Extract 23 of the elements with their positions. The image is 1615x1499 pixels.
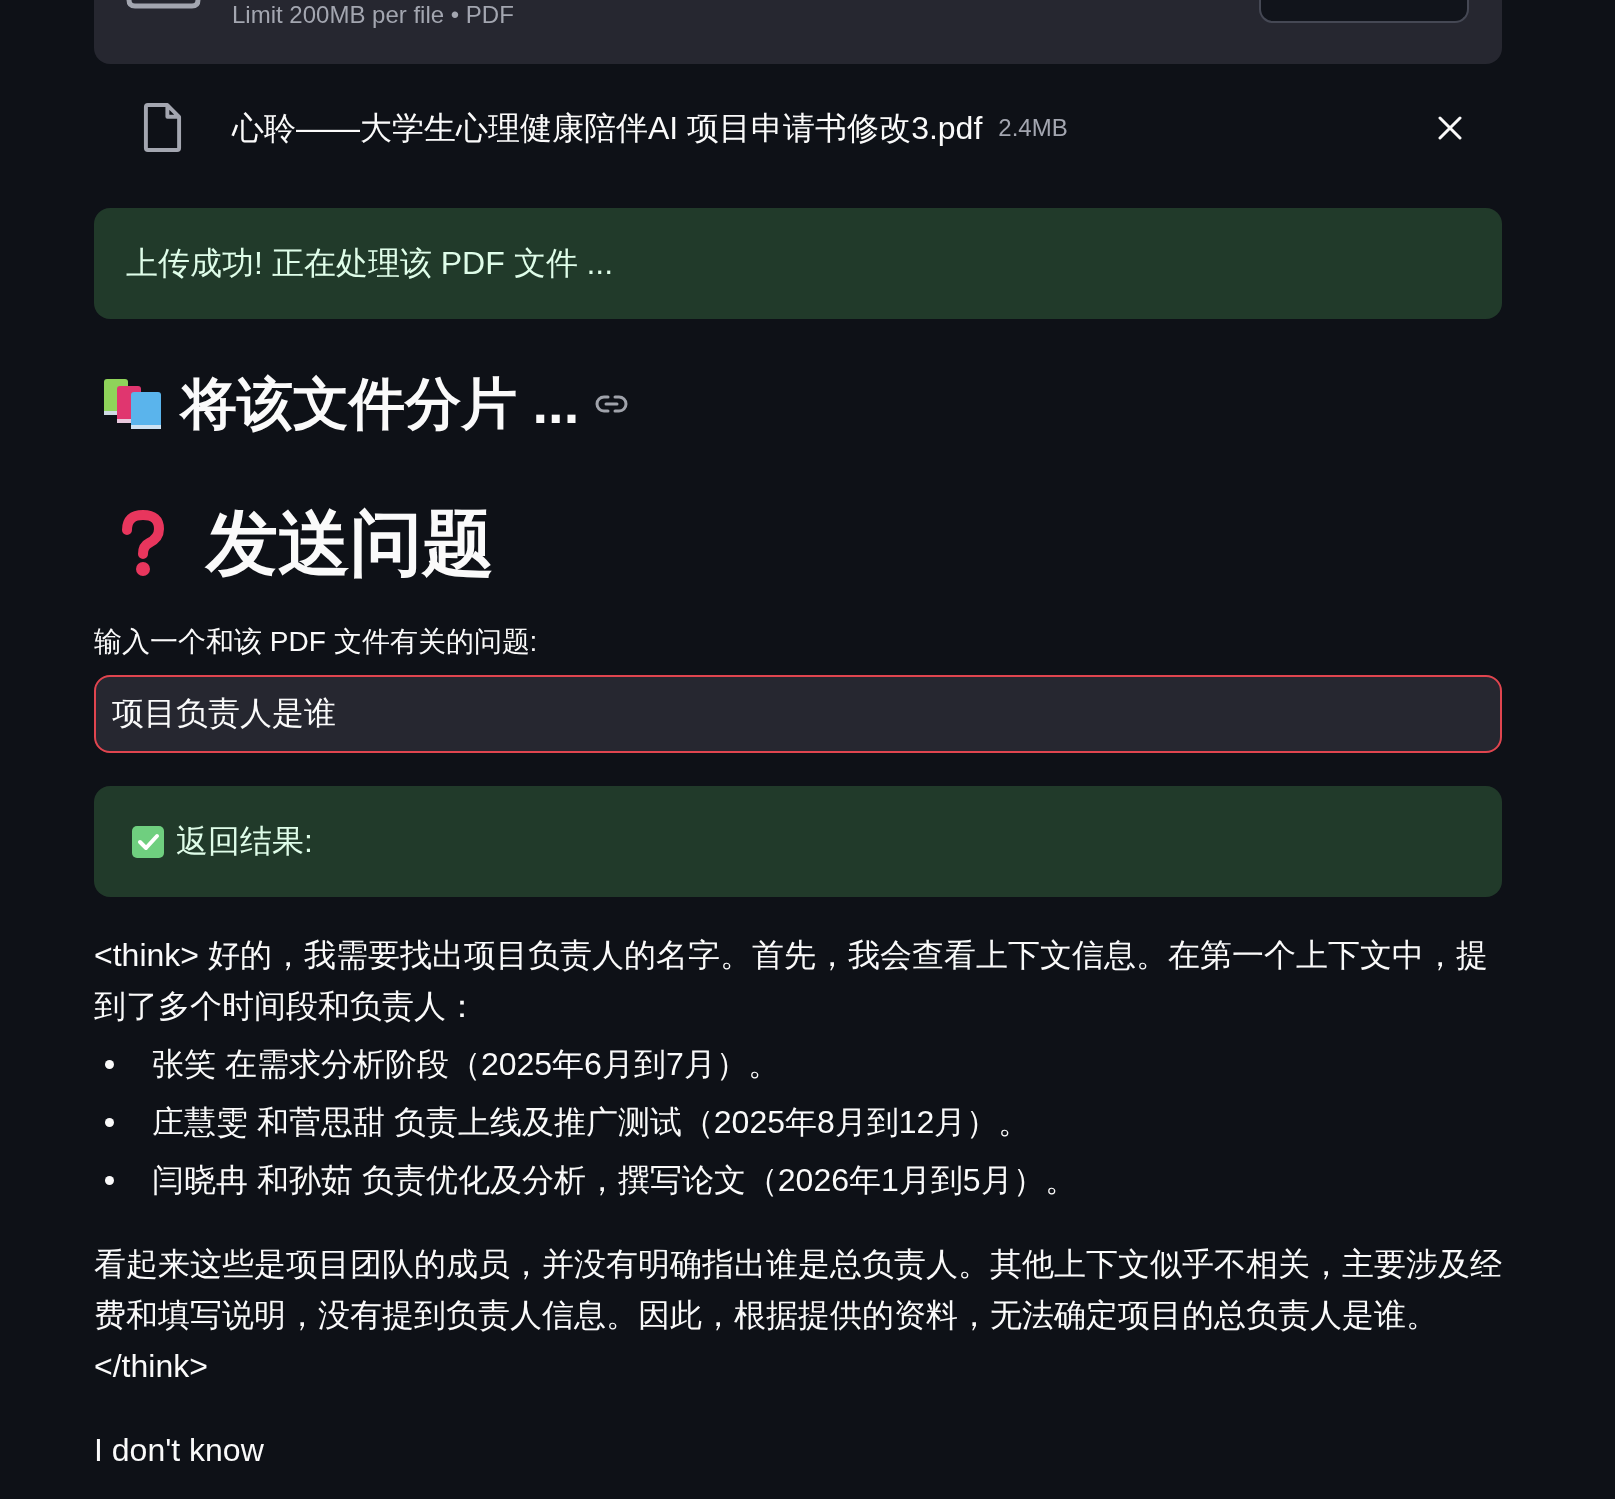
file-size: 2.4MB <box>998 112 1068 143</box>
answer-list-item: 庄慧雯 和菅思甜 负责上线及推广测试（2025年8月到12月）。 <box>152 1103 1031 1142</box>
bullet-icon <box>105 1118 114 1127</box>
answer-paragraph: 看起来这些是项目团队的成员，并没有明确指出谁是总负责人。其他上下文似乎不相关，主要涉及经费和填写说明，没有提到负责人信息。因此，根据提供的资料，无法确定项目的总负责人是谁。 </think> <box>94 1245 1503 1386</box>
file-icon <box>142 103 183 152</box>
upload-limit-text: Limit 200MB per file • PDF <box>232 0 514 30</box>
answer-paragraph: <think> 好的，我需要找出项目负责人的名字。首先，我会查看上下文信息。在第一个上下文中，提到了多个时间段和负责人： <box>94 936 1489 1026</box>
books-icon <box>103 377 162 430</box>
upload-success-alert: 上传成功! 正在处理该 PDF 文件 ... <box>94 208 1502 319</box>
check-icon <box>132 825 164 858</box>
question-label: 输入一个和该 PDF 文件有关的问题: <box>94 625 539 659</box>
answer-list-item: 张笑 在需求分析阶段（2025年6月到7月）。 <box>152 1045 780 1084</box>
answer-paragraph: I don't know <box>94 1431 265 1470</box>
upload-icon <box>126 0 201 9</box>
page-heading: 发送问题 <box>206 502 494 585</box>
answer-list-item: 闫晓冉 和孙茹 负责优化及分析，撰写论文（2026年1月到5月）。 <box>152 1161 1077 1200</box>
bullet-icon <box>105 1060 114 1069</box>
file-name: 心聆——大学生心理健康陪伴AI 项目申请书修改3.pdf <box>232 108 983 148</box>
bullet-icon <box>105 1176 114 1185</box>
result-label: 返回结果: <box>176 822 313 861</box>
section-heading: 将该文件分片 ... <box>181 371 580 437</box>
close-icon[interactable] <box>1438 115 1462 140</box>
question-input[interactable]: 项目负责人是谁 <box>94 675 1502 753</box>
